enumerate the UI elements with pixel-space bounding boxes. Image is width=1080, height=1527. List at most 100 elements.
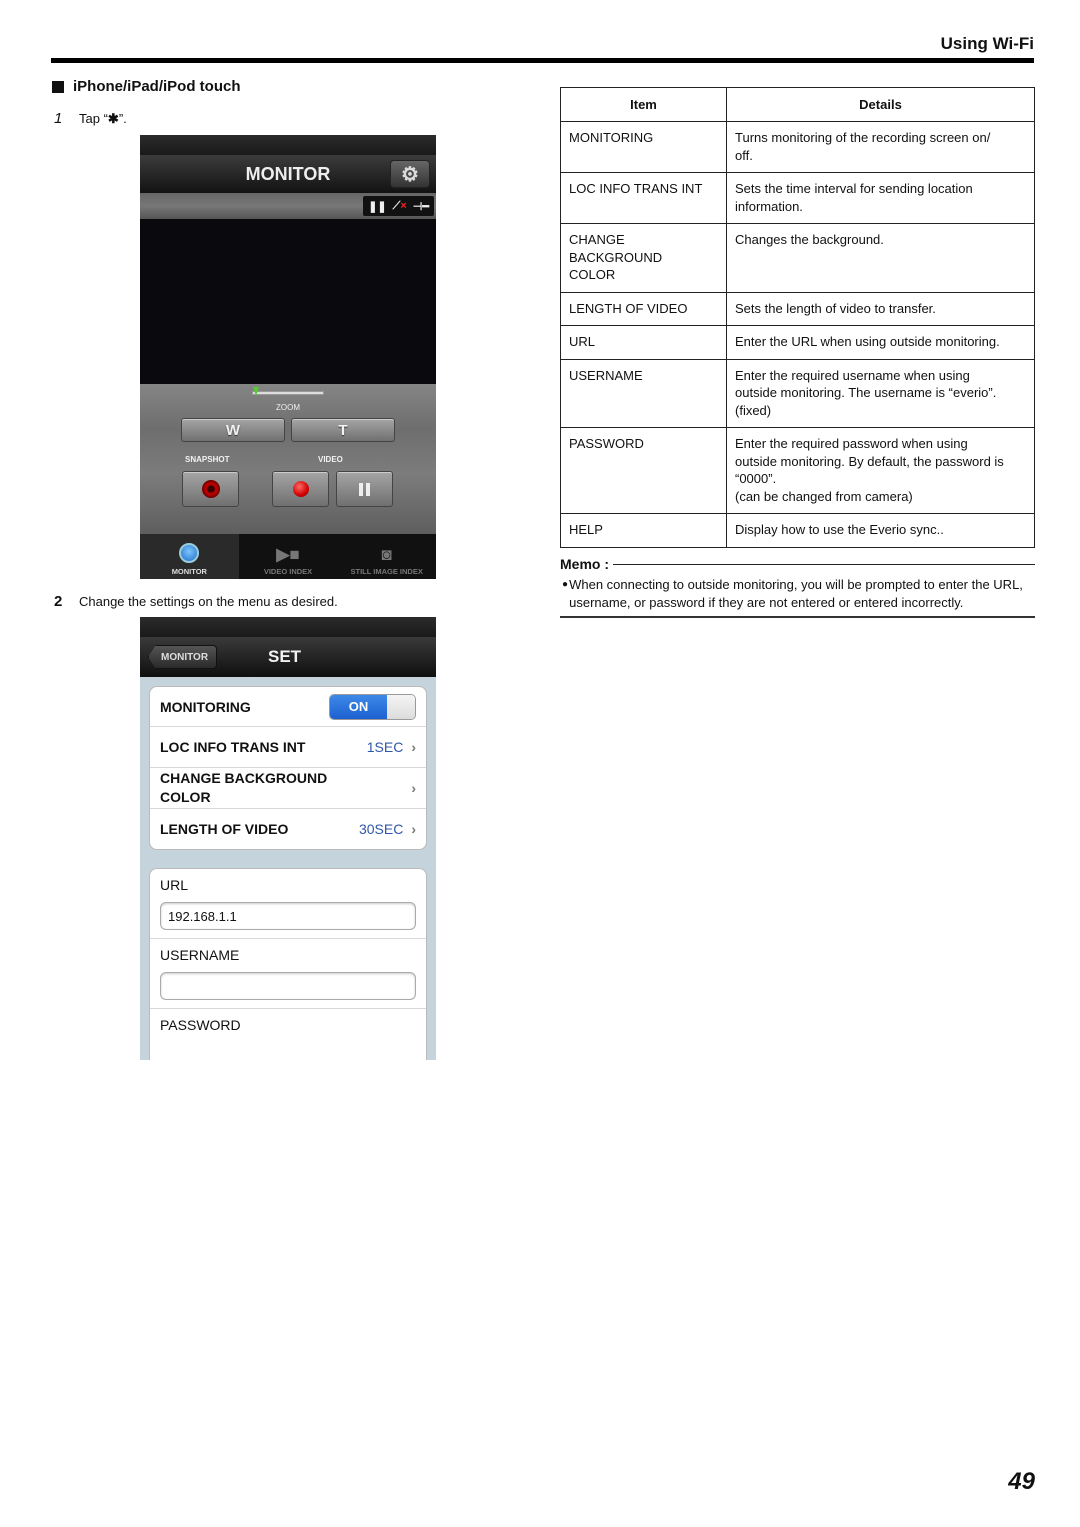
cell-item: USERNAME	[560, 358, 727, 428]
table-row: LOC INFO TRANS INT Sets the time interval…	[560, 172, 1035, 224]
page-number: 49	[1008, 1468, 1035, 1495]
square-bullet-icon	[52, 80, 64, 93]
cell-details: Enter the required password when using o…	[726, 427, 1035, 514]
zoom-slider-thumb[interactable]	[253, 387, 259, 396]
tab-still-image-index[interactable]: ◙ STILL IMAGE INDEX	[337, 534, 436, 579]
cell-details: Enter the required username when using o…	[726, 358, 1035, 428]
memo-divider	[613, 563, 1035, 565]
row-value: 30SEC	[358, 821, 404, 837]
step-text-after: ”.	[118, 111, 127, 126]
section-heading: iPhone/iPad/iPod touch	[52, 78, 241, 95]
cell-item: MONITORING	[560, 121, 727, 173]
step-2: 2 Change the settings on the menu as des…	[54, 593, 338, 610]
step-number: 1	[54, 110, 63, 127]
video-label: VIDEO	[318, 455, 343, 464]
pause-icon: ❚❚	[368, 200, 387, 213]
cell-item: URL	[560, 325, 727, 360]
row-length-of-video[interactable]: LENGTH OF VIDEO 30SEC ›	[150, 809, 426, 849]
settings-group: MONITORING ON LOC INFO TRANS INT 1SEC › C…	[149, 686, 427, 850]
step-text: Tap “✱”.	[79, 111, 127, 127]
table-row: PASSWORD Enter the required password when…	[560, 427, 1035, 514]
memo-title: Memo :	[560, 556, 609, 572]
cell-item: PASSWORD	[560, 427, 727, 514]
gps-off-icon: ⟋×	[392, 199, 407, 212]
zoom-slider[interactable]	[252, 387, 324, 396]
cell-details: Sets the time interval for sending locat…	[726, 172, 1035, 224]
record-button[interactable]	[272, 471, 329, 507]
camera-icon: ◙	[381, 545, 392, 564]
tab-monitor[interactable]: MONITOR	[140, 534, 239, 579]
url-input[interactable]: 192.168.1.1	[160, 902, 416, 930]
status-strip: ❚❚ ⟋× ⊣━	[140, 193, 436, 219]
step-1: 1 Tap “✱”.	[54, 110, 127, 127]
row-change-background-color[interactable]: CHANGE BACKGROUND COLOR ›	[150, 768, 426, 809]
monitor-nav-bar: MONITOR ⚙	[140, 155, 436, 193]
row-label: LOC INFO TRANS INT	[160, 739, 306, 755]
shutter-icon	[201, 480, 220, 498]
section-title: iPhone/iPad/iPod touch	[73, 78, 241, 95]
zoom-label: ZOOM	[276, 403, 300, 412]
status-bar	[140, 135, 436, 155]
cell-item: LOC INFO TRANS INT	[560, 172, 727, 224]
table-row: CHANGE BACKGROUND COLOR Changes the backg…	[560, 223, 1035, 293]
connection-group: URL 192.168.1.1 USERNAME PASSWORD	[149, 868, 427, 1060]
set-screenshot: MONITOR SET MONITORING ON LOC INFO TRANS…	[140, 617, 436, 1060]
camera-controls: ZOOM W T SNAPSHOT VIDEO	[140, 384, 436, 534]
memo: Memo : ● When connecting to outside moni…	[560, 556, 1035, 618]
set-title: SET	[268, 647, 302, 666]
row-label: CHANGE BACKGROUND COLOR	[160, 770, 328, 805]
tab-label: MONITOR	[171, 567, 207, 576]
memo-heading: Memo :	[560, 556, 1035, 572]
url-field-cell: URL 192.168.1.1	[150, 869, 426, 939]
chevron-right-icon: ›	[411, 821, 416, 837]
pause-icon	[359, 482, 370, 496]
monitoring-toggle[interactable]: ON	[329, 693, 416, 720]
table-row: URL Enter the URL when using outside moni…	[560, 325, 1035, 360]
status-bar	[140, 617, 436, 637]
tab-label: VIDEO INDEX	[263, 567, 313, 576]
toggle-knob	[387, 694, 415, 719]
settings-table: Item Details MONITORING Turns monitoring …	[560, 87, 1035, 548]
row-label: LENGTH OF VIDEO	[160, 821, 289, 837]
username-label: USERNAME	[160, 947, 240, 963]
cell-details: Changes the background.	[726, 223, 1035, 293]
username-input[interactable]	[160, 972, 416, 1000]
cell-item: LENGTH OF VIDEO	[560, 291, 727, 326]
monitor-screenshot: MONITOR ⚙ ❚❚ ⟋× ⊣━ ZOOM W T SNAPSHOT VID…	[140, 135, 436, 579]
settings-button[interactable]: ⚙	[390, 160, 430, 188]
row-loc-info-trans-int[interactable]: LOC INFO TRANS INT 1SEC ›	[150, 727, 426, 768]
status-icons: ❚❚ ⟋× ⊣━	[363, 196, 434, 216]
table-row: USERNAME Enter the required username when…	[560, 358, 1035, 428]
tab-video-index[interactable]: ▶■ VIDEO INDEX	[239, 534, 338, 579]
header-rule	[51, 58, 1034, 63]
url-label: URL	[160, 877, 189, 893]
cell-details: Sets the length of video to transfer.	[726, 291, 1035, 326]
cell-item: CHANGE BACKGROUND COLOR	[560, 223, 727, 293]
tab-bar: MONITOR ▶■ VIDEO INDEX ◙ STILL IMAGE INDEX	[140, 534, 436, 579]
pause-button[interactable]	[336, 471, 393, 507]
zoom-wide-button[interactable]: W	[181, 418, 285, 442]
password-field-cell: PASSWORD	[150, 1009, 426, 1050]
tab-label: STILL IMAGE INDEX	[350, 567, 423, 576]
row-monitoring: MONITORING ON	[150, 687, 426, 727]
zoom-tele-button[interactable]: T	[291, 418, 395, 442]
cell-details: Turns monitoring of the recording screen…	[726, 121, 1035, 173]
username-field-cell: USERNAME	[150, 939, 426, 1009]
row-label: MONITORING	[160, 698, 251, 715]
cell-details: Display how to use the Everio sync..	[726, 513, 1035, 548]
snapshot-label: SNAPSHOT	[185, 455, 230, 464]
step-number: 2	[54, 593, 63, 610]
column-header-details: Details	[726, 87, 1035, 122]
table-row: HELP Display how to use the Everio sync..	[560, 513, 1035, 548]
step-text: Change the settings on the menu as desir…	[79, 594, 338, 609]
step-text-before: Tap “	[79, 111, 108, 126]
snapshot-button[interactable]	[182, 471, 239, 507]
chevron-right-icon: ›	[411, 779, 416, 796]
cell-details: Enter the URL when using outside monitor…	[726, 325, 1035, 360]
gear-icon: ✱	[107, 111, 119, 126]
monitor-title: MONITOR	[245, 163, 331, 184]
plug-icon: ⊣━	[412, 200, 429, 213]
record-icon	[292, 481, 309, 497]
back-button[interactable]: MONITOR	[148, 645, 218, 669]
table-row: MONITORING Turns monitoring of the record…	[560, 121, 1035, 173]
